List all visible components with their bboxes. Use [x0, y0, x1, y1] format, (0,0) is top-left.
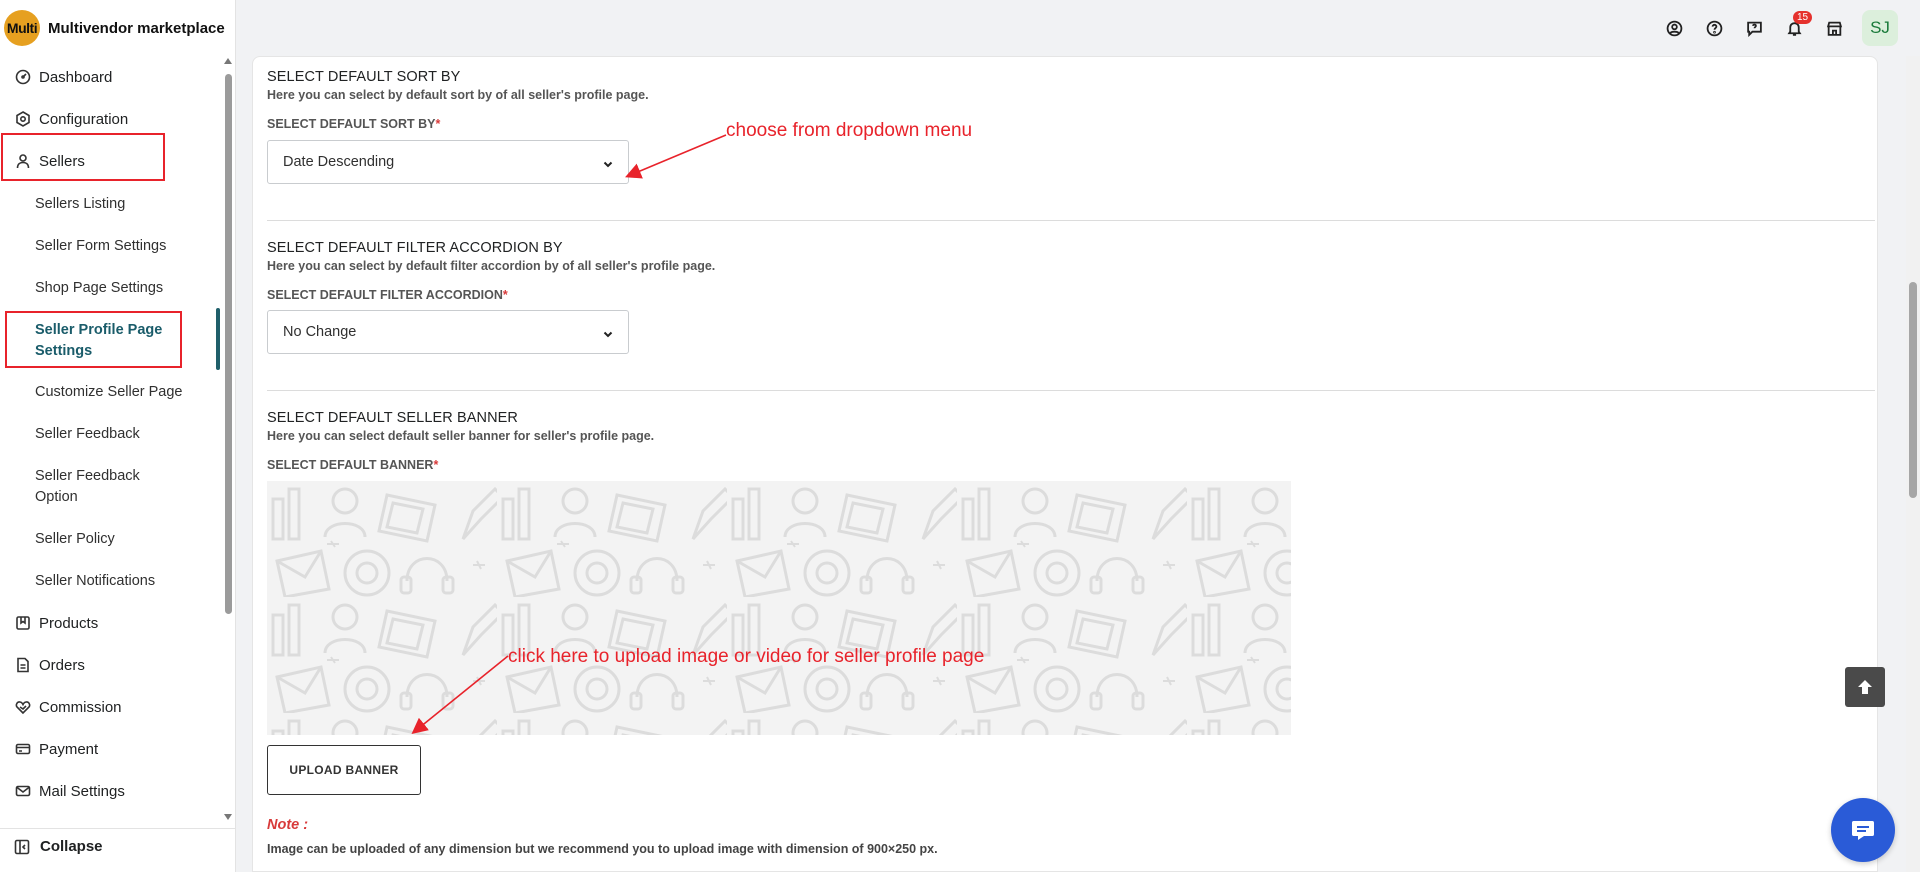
arrow-up-icon — [1858, 680, 1872, 694]
annotation-arrows — [411, 134, 727, 735]
annotation-arrow-dropdown — [625, 134, 727, 179]
chat-widget-button[interactable] — [1831, 798, 1895, 862]
main-scrollbar[interactable] — [1906, 56, 1920, 872]
annotation-arrow-upload — [411, 655, 509, 735]
chat-bubble-icon — [1852, 821, 1874, 840]
scrollbar-thumb[interactable] — [1909, 282, 1917, 498]
scroll-to-top-button[interactable] — [1845, 667, 1885, 707]
